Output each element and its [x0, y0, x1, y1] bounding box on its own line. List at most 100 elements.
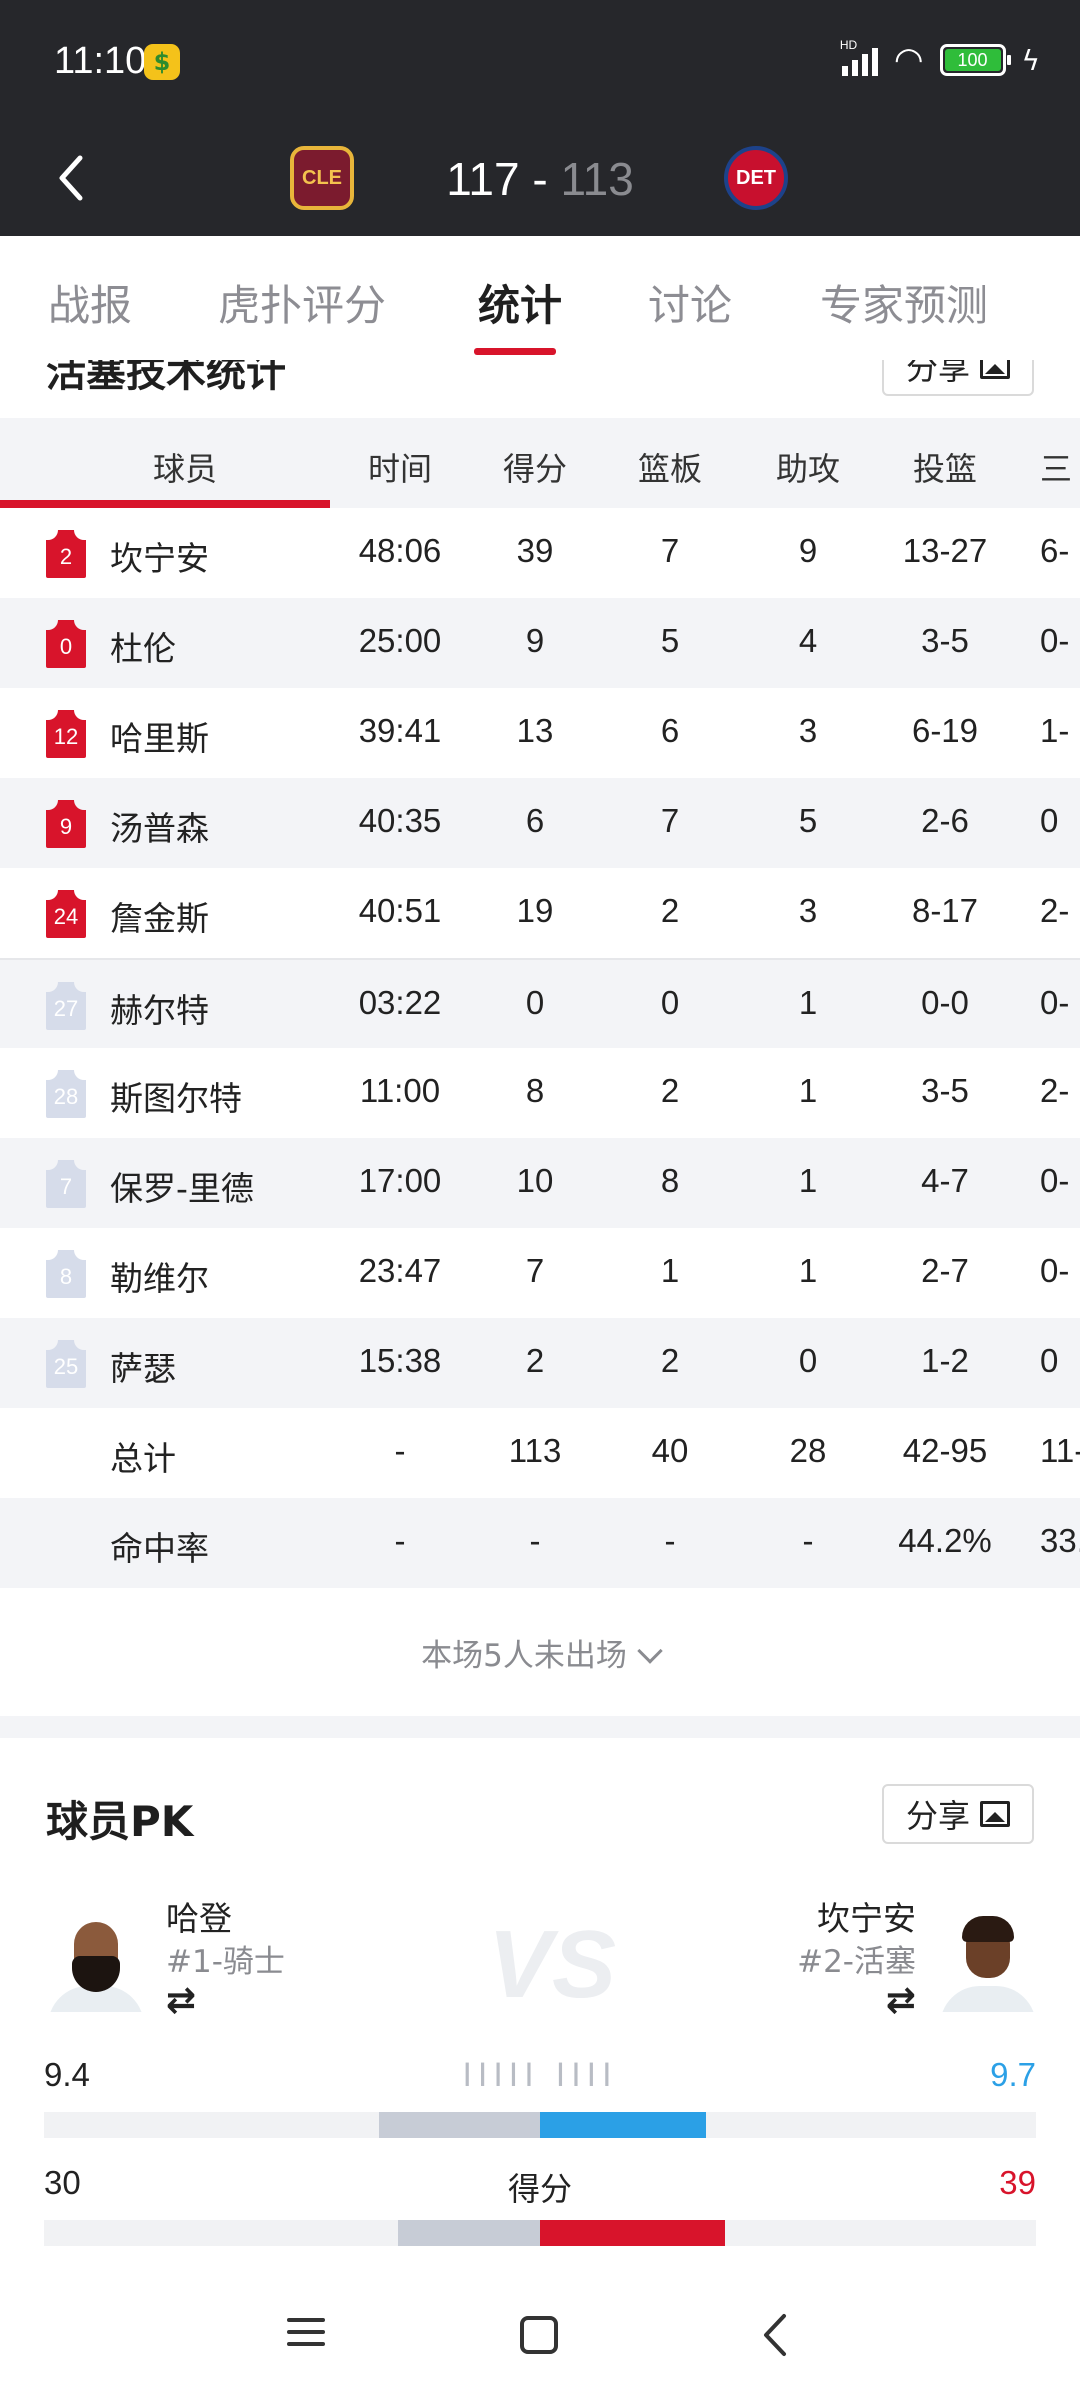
jersey-icon: 0 — [46, 620, 86, 668]
cell-points: 2 — [525, 1342, 545, 1379]
home-score: 117 — [446, 153, 520, 205]
cell-assists: 9 — [798, 532, 818, 569]
tab-bar: 战报 虎扑评分 统计 讨论 专家预测 — [0, 236, 1080, 356]
jersey-icon: 25 — [46, 1340, 86, 1388]
away-team-logo[interactable]: DET — [724, 146, 788, 210]
jersey-icon: 28 — [46, 1070, 86, 1118]
right-bar — [540, 2220, 725, 2246]
vs-watermark: VS — [488, 1911, 617, 2018]
status-time: 11:10 — [54, 40, 147, 82]
col-player[interactable]: 球员 — [110, 444, 260, 490]
share-image-icon — [980, 1801, 1010, 1827]
tab-discussion[interactable]: 讨论 — [648, 272, 732, 333]
cell-rebounds: 7 — [660, 532, 680, 569]
cell-rebounds: 6 — [660, 712, 680, 749]
right-swap-icon[interactable]: ⇄ — [886, 1980, 916, 2021]
table-row[interactable]: 2 坎宁安 48:06 39 7 9 13-27 6- — [0, 508, 1080, 598]
jersey-number: 28 — [53, 1084, 79, 1109]
table-row[interactable]: 12 哈里斯 39:41 13 6 3 6-19 1- — [0, 688, 1080, 778]
cell-rebounds: 0 — [660, 984, 680, 1021]
pk-share-button[interactable]: 分享 — [882, 1784, 1034, 1844]
back-icon[interactable] — [746, 2310, 806, 2360]
cell-field-goals: 6-19 — [911, 712, 979, 749]
left-swap-icon[interactable]: ⇄ — [166, 1980, 196, 2021]
table-row[interactable]: 9 汤普森 40:35 6 7 5 2-6 0 — [0, 778, 1080, 868]
player-name[interactable]: 汤普森 — [110, 802, 209, 850]
jersey-icon: 8 — [46, 1250, 86, 1298]
col-three-pointers[interactable]: 三 — [1040, 444, 1080, 490]
col-points[interactable]: 得分 — [480, 444, 590, 490]
cell-points: 39 — [516, 532, 554, 569]
cell-field-goals: 42-95 — [902, 1432, 988, 1469]
scoreboard: 117 - 113 — [0, 152, 1080, 206]
table-row[interactable]: 0 杜伦 25:00 9 5 4 3-5 0- — [0, 598, 1080, 688]
tab-rating[interactable]: 虎扑评分 — [218, 272, 386, 333]
cell-time: 03:22 — [358, 984, 442, 1021]
cell-assists: 5 — [798, 802, 818, 839]
col-rebounds[interactable]: 篮板 — [615, 444, 725, 490]
pk-share-label: 分享 — [905, 1797, 970, 1835]
jersey-number: 8 — [59, 1264, 73, 1289]
cell-rebounds: 7 — [660, 802, 680, 839]
player-name[interactable]: 杜伦 — [110, 622, 176, 670]
player-name[interactable]: 赫尔特 — [110, 984, 209, 1032]
cell-time: 39:41 — [358, 712, 442, 749]
right-value: 9.7 — [990, 2056, 1036, 2093]
right-player-name[interactable]: 坎宁安 — [817, 1892, 916, 1940]
table-row[interactable]: 7 保罗-里德 17:00 10 8 1 4-7 0- — [0, 1138, 1080, 1228]
col-field-goals[interactable]: 投篮 — [885, 444, 1005, 490]
cell-points: 19 — [516, 892, 554, 929]
cell-rebounds: 5 — [660, 622, 680, 659]
jersey-icon: 12 — [46, 710, 86, 758]
table-row[interactable]: 24 詹金斯 40:51 19 2 3 8-17 2- — [0, 868, 1080, 958]
cell-field-goals: 1-2 — [921, 1342, 969, 1379]
cell-assists: 3 — [798, 712, 818, 749]
cell-time: 40:51 — [358, 892, 442, 929]
player-name[interactable]: 保罗-里德 — [110, 1162, 254, 1210]
signal-icon: HD — [840, 38, 878, 76]
jersey-number: 24 — [53, 904, 79, 929]
right-player-avatar[interactable] — [936, 1912, 1040, 2012]
cell-time: 25:00 — [358, 622, 442, 659]
left-player-name[interactable]: 哈登 — [166, 1892, 232, 1940]
home-icon[interactable] — [520, 2316, 558, 2354]
cell-three-pointers: 33. — [1040, 1522, 1080, 1559]
cell-assists: 28 — [789, 1432, 827, 1469]
col-assists[interactable]: 助攻 — [753, 444, 863, 490]
table-row[interactable]: 27 赫尔特 03:22 0 0 1 0-0 0- — [0, 958, 1080, 1048]
left-player-avatar[interactable] — [44, 1912, 148, 2012]
dnp-label: 本场5人未出场 — [421, 1638, 627, 1674]
player-name[interactable]: 斯图尔特 — [110, 1072, 242, 1120]
table-row[interactable]: 25 萨瑟 15:38 2 2 0 1-2 0 — [0, 1318, 1080, 1408]
cell-rebounds: 2 — [660, 892, 680, 929]
player-name[interactable]: 哈里斯 — [110, 712, 209, 760]
player-name[interactable]: 坎宁安 — [110, 532, 209, 580]
cell-field-goals: 4-7 — [921, 1162, 969, 1199]
cell-field-goals: 3-5 — [921, 1072, 969, 1109]
jersey-icon: 2 — [46, 530, 86, 578]
compare-track — [44, 2112, 1036, 2138]
tab-expert-prediction[interactable]: 专家预测 — [820, 272, 988, 333]
jersey-icon: 9 — [46, 800, 86, 848]
table-row[interactable]: 8 勒维尔 23:47 7 1 1 2-7 0- — [0, 1228, 1080, 1318]
compare-track — [44, 2220, 1036, 2246]
sort-indicator — [0, 500, 330, 508]
player-name[interactable]: 勒维尔 — [110, 1252, 209, 1300]
totals-row: 总计 - 113 40 28 42-95 11- — [0, 1408, 1080, 1498]
table-header: 球员 时间 得分 篮板 助攻 投篮 三 — [0, 418, 1080, 508]
tab-stats[interactable]: 统计 — [478, 272, 562, 333]
jersey-number: 2 — [59, 544, 73, 569]
cell-three-pointers: 2- — [1040, 1072, 1070, 1109]
menu-icon[interactable] — [276, 2310, 336, 2360]
col-time[interactable]: 时间 — [320, 444, 480, 490]
table-row[interactable]: 28 斯图尔特 11:00 8 2 1 3-5 2- — [0, 1048, 1080, 1138]
cell-assists: 1 — [798, 984, 818, 1021]
charging-icon: ϟ — [1021, 43, 1040, 77]
tab-report[interactable]: 战报 — [48, 272, 132, 333]
jersey-number: 0 — [59, 634, 73, 659]
percentage-label: 命中率 — [110, 1529, 209, 1568]
dnp-toggle[interactable]: 本场5人未出场 — [0, 1630, 1080, 1675]
player-name[interactable]: 詹金斯 — [110, 892, 209, 940]
cell-time: 11:00 — [359, 1072, 441, 1109]
player-name[interactable]: 萨瑟 — [110, 1342, 176, 1390]
